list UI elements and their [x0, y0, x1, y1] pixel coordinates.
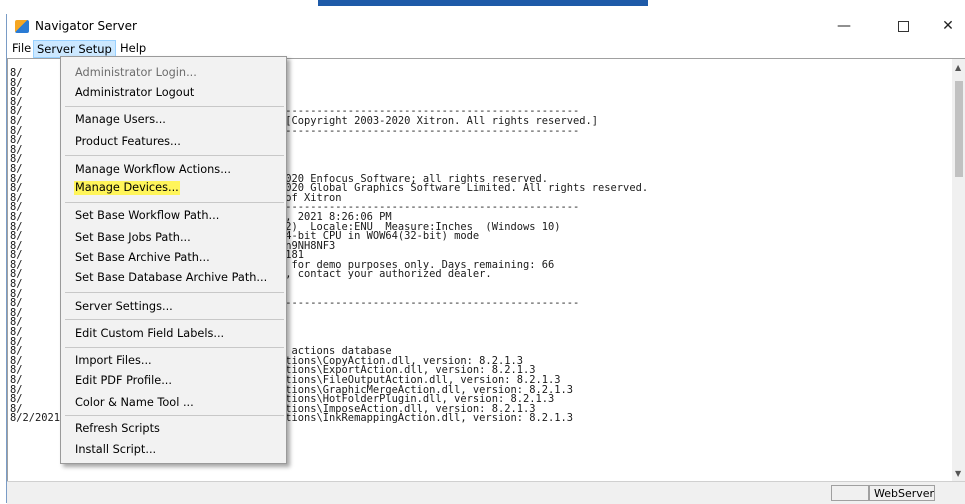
menu-item-manage-devices[interactable]: Manage Devices... [74, 181, 180, 195]
scroll-down-icon[interactable]: ▼ [955, 469, 961, 478]
window-title: Navigator Server [35, 19, 137, 33]
menu-separator [65, 202, 284, 203]
menu-separator [65, 319, 284, 320]
menu-separator [65, 106, 284, 107]
menu-separator [65, 292, 284, 293]
menu-item-import-files[interactable]: Import Files... [75, 354, 152, 368]
app-icon [15, 20, 29, 33]
menu-item-edit-pdf-profile[interactable]: Edit PDF Profile... [75, 374, 172, 388]
close-button[interactable]: ✕ [926, 14, 965, 39]
menu-item-install-script[interactable]: Install Script... [75, 443, 156, 457]
menu-item-set-base-jobs-path[interactable]: Set Base Jobs Path... [75, 231, 191, 245]
desktop-top-strip [0, 0, 965, 14]
scroll-thumb[interactable] [955, 81, 963, 177]
maximize-button[interactable] [881, 14, 925, 39]
status-bar: WebServer [7, 481, 965, 504]
menu-item-manage-workflow-actions[interactable]: Manage Workflow Actions... [75, 163, 231, 177]
menu-bar: File Server Setup Help [7, 39, 965, 58]
menu-item-color-name-tool[interactable]: Color & Name Tool ... [75, 396, 194, 410]
title-bar[interactable]: Navigator Server — ✕ [7, 14, 965, 39]
scroll-up-icon[interactable]: ▲ [955, 63, 961, 72]
menu-separator [65, 347, 284, 348]
status-field-webserver: WebServer [869, 485, 935, 501]
menu-separator [65, 155, 284, 156]
menu-item-set-base-archive-path[interactable]: Set Base Archive Path... [75, 251, 210, 265]
menu-help[interactable]: Help [117, 40, 149, 56]
menu-item-administrator-logout[interactable]: Administrator Logout [75, 86, 194, 100]
menu-item-administrator-login[interactable]: Administrator Login... [75, 66, 197, 80]
desktop-accent-bar [318, 0, 648, 6]
menu-item-product-features[interactable]: Product Features... [75, 135, 181, 149]
maximize-icon [897, 20, 909, 32]
server-setup-dropdown: Administrator Login... Administrator Log… [60, 56, 287, 464]
menu-item-refresh-scripts[interactable]: Refresh Scripts [75, 422, 160, 436]
minimize-button[interactable]: — [822, 14, 866, 39]
menu-file[interactable]: File [9, 40, 34, 56]
status-field-1 [831, 485, 869, 501]
menu-item-set-base-database-archive-path[interactable]: Set Base Database Archive Path... [75, 271, 267, 285]
menu-item-set-base-workflow-path[interactable]: Set Base Workflow Path... [75, 209, 219, 223]
menu-item-server-settings[interactable]: Server Settings... [75, 300, 173, 314]
vertical-scrollbar[interactable]: ▲ ▼ [952, 58, 965, 481]
menu-item-manage-users[interactable]: Manage Users... [75, 113, 166, 127]
menu-item-edit-custom-field-labels[interactable]: Edit Custom Field Labels... [75, 327, 224, 341]
menu-separator [65, 415, 284, 416]
